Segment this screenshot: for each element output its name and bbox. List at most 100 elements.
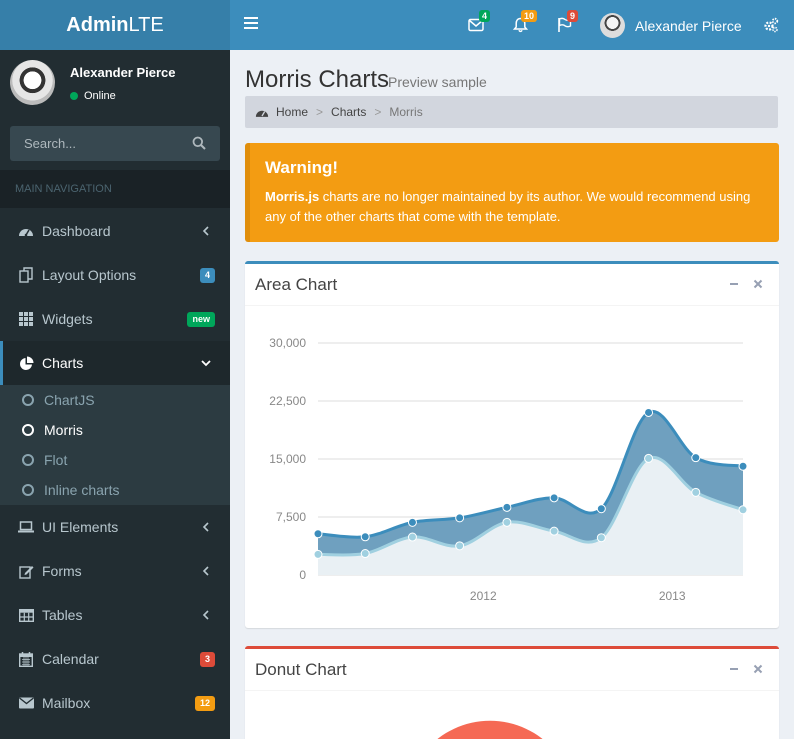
data-point: [549, 493, 559, 503]
minus-icon[interactable]: [728, 663, 740, 675]
messages-count-badge: 4: [479, 10, 491, 22]
sidebar-item-widgets[interactable]: Widgets new: [0, 297, 230, 341]
data-point: [313, 549, 323, 559]
submenu-item-morris[interactable]: Morris: [0, 415, 230, 445]
breadcrumb-current: Morris: [389, 105, 423, 119]
sidebar-item-forms[interactable]: Forms: [0, 549, 230, 593]
data-point: [738, 505, 748, 515]
minus-icon[interactable]: [728, 278, 740, 290]
messages-button[interactable]: 4: [468, 10, 491, 35]
dashboard-icon: [18, 223, 34, 239]
data-point: [596, 533, 606, 543]
notifications-count-badge: 10: [521, 10, 538, 22]
donut-chart-svg: [437, 720, 543, 739]
warning-callout: Warning! Morris.js charts are no longer …: [245, 143, 779, 242]
widgets-new-badge: new: [187, 312, 215, 327]
area-chart-svg: 0 7,500 15,000 22,500 30,000 2012 2013: [269, 336, 748, 603]
status-dot-icon: [70, 92, 78, 100]
circle-icon: [22, 454, 34, 466]
calendar-badge: 3: [199, 652, 215, 667]
charts-submenu: ChartJS Morris Flot Inline charts: [0, 385, 230, 505]
data-point: [360, 549, 370, 559]
sidebar-item-mailbox[interactable]: Mailbox 12: [0, 681, 230, 725]
sidebar-user-name: Alexander Pierce: [70, 65, 176, 80]
y-tick-label: 30,000: [269, 336, 306, 350]
y-tick-label: 0: [299, 568, 306, 582]
donut-chart-box: Donut Chart: [245, 646, 779, 739]
breadcrumb-separator: >: [316, 105, 324, 119]
page-subtitle: Preview sample: [388, 74, 487, 90]
y-tick-label: 7,500: [276, 510, 306, 524]
envelope-icon: [18, 695, 34, 711]
data-point: [549, 526, 559, 536]
data-point: [313, 529, 323, 539]
search-input[interactable]: [10, 126, 180, 161]
data-point: [738, 461, 748, 471]
box-header: Area Chart: [245, 264, 779, 306]
warning-title: Warning!: [265, 158, 339, 177]
files-icon: [18, 267, 34, 283]
chevron-left-icon: [202, 610, 209, 620]
chevron-left-icon: [202, 566, 209, 576]
sidebar-menu: Dashboard Layout Options 4 Widgets new C…: [0, 209, 230, 725]
data-point: [407, 532, 417, 542]
breadcrumb-separator: >: [374, 105, 382, 119]
nav-header: MAIN NAVIGATION: [0, 170, 230, 208]
search-icon[interactable]: [192, 136, 206, 150]
x-tick-label: 2013: [659, 589, 686, 603]
circle-icon: [22, 424, 34, 436]
tasks-count-badge: 9: [567, 10, 579, 22]
submenu-item-chartjs[interactable]: ChartJS: [0, 385, 230, 415]
layout-options-badge: 4: [199, 268, 215, 283]
data-point: [455, 513, 465, 523]
warning-text: Morris.js charts are no longer maintaine…: [265, 189, 751, 224]
sidebar-toggle-icon[interactable]: [244, 17, 258, 31]
box-header: Donut Chart: [245, 649, 779, 691]
chevron-left-icon: [202, 226, 209, 236]
area-chart-box: Area Chart 0 7,500 15,000 22,500 30,000 2012 2…: [245, 261, 779, 628]
mailbox-badge: 12: [194, 696, 215, 711]
user-menu[interactable]: Alexander Pierce: [600, 13, 742, 38]
y-tick-label: 15,000: [269, 452, 306, 466]
tasks-button[interactable]: 9: [557, 10, 579, 35]
sidebar-item-ui-elements[interactable]: UI Elements: [0, 505, 230, 549]
close-icon[interactable]: [752, 278, 764, 290]
data-point: [691, 453, 701, 463]
main-sidebar: Alexander Pierce Online MAIN NAVIGATION …: [0, 50, 230, 739]
data-point: [502, 502, 512, 512]
th-icon: [18, 311, 34, 327]
app-logo[interactable]: AdminLTE: [0, 0, 230, 50]
dashboard-icon: [255, 110, 269, 117]
pie-chart-icon: [18, 355, 34, 371]
data-point: [644, 453, 654, 463]
user-panel: Alexander Pierce Online: [0, 50, 230, 120]
avatar: [600, 13, 625, 38]
calendar-icon: [18, 651, 34, 667]
laptop-icon: [18, 519, 34, 535]
submenu-item-inline-charts[interactable]: Inline charts: [0, 475, 230, 505]
y-tick-label: 22,500: [269, 394, 306, 408]
close-icon[interactable]: [752, 663, 764, 675]
data-point: [407, 517, 417, 527]
sidebar-item-tables[interactable]: Tables: [0, 593, 230, 637]
breadcrumb-charts[interactable]: Charts: [331, 105, 366, 119]
online-status[interactable]: Online: [70, 90, 116, 102]
sidebar-item-calendar[interactable]: Calendar 3: [0, 637, 230, 681]
submenu-item-flot[interactable]: Flot: [0, 445, 230, 475]
area-chart-title: Area Chart: [255, 275, 338, 294]
sidebar-search: [10, 126, 220, 161]
sidebar-item-dashboard[interactable]: Dashboard: [0, 209, 230, 253]
chevron-left-icon: [202, 522, 209, 532]
top-navbar: 4 10 9 Alexander Pierce: [230, 0, 794, 50]
gears-icon[interactable]: [763, 17, 779, 33]
chevron-down-icon: [201, 360, 211, 367]
data-point: [502, 517, 512, 527]
data-point: [644, 407, 654, 417]
edit-icon: [18, 563, 34, 579]
sidebar-item-charts[interactable]: Charts: [0, 341, 230, 385]
table-icon: [18, 607, 34, 623]
sidebar-item-layout-options[interactable]: Layout Options 4: [0, 253, 230, 297]
breadcrumb-home[interactable]: Home: [276, 105, 308, 119]
notifications-button[interactable]: 10: [512, 10, 538, 35]
data-point: [455, 541, 465, 551]
